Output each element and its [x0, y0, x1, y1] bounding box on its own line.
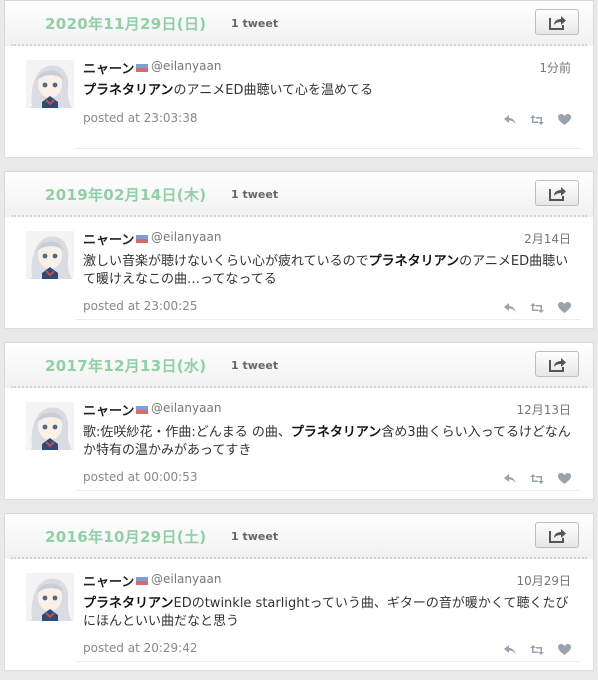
day-date: 2020年11月29日(日): [45, 15, 207, 33]
posted-time: posted at 23:03:38: [83, 111, 198, 125]
heart-icon[interactable]: [558, 298, 571, 317]
user-handle[interactable]: @eilanyaan: [151, 59, 221, 73]
avatar[interactable]: [26, 60, 74, 108]
share-button[interactable]: [535, 522, 579, 548]
tweet-text-segment: 歌:佐咲紗花・作曲:どんまる の曲、: [83, 425, 291, 440]
retweet-icon[interactable]: [529, 469, 544, 488]
tweet-count: 1 tweet: [231, 188, 279, 201]
day-group: 2016年10月29日(土) 1 tweet ニャーン @eilanyaan 1…: [4, 513, 594, 679]
tweet-item: ニャーン @eilanyaan 10月29日 プラネタリアンEDのtwinkle…: [4, 559, 594, 671]
retweet-icon[interactable]: [529, 640, 544, 659]
user-handle[interactable]: @eilanyaan: [151, 572, 221, 586]
flag-icon: [136, 235, 149, 243]
tweet-actions: [495, 109, 571, 125]
day-group: 2019年02月14日(木) 1 tweet ニャーン @eilanyaan 2…: [4, 171, 594, 337]
avatar[interactable]: [26, 402, 74, 450]
tweet-time[interactable]: 2月14日: [524, 230, 571, 247]
tweet-actions: [495, 297, 571, 313]
user-handle[interactable]: @eilanyaan: [151, 401, 221, 415]
tweet-timeline: 2020年11月29日(日) 1 tweet ニャーン @eilanyaan 1…: [0, 0, 598, 679]
day-header: 2020年11月29日(日) 1 tweet: [4, 0, 594, 46]
posted-time: posted at 20:29:42: [83, 641, 198, 655]
user-name[interactable]: ニャーン: [83, 58, 149, 77]
flag-icon: [136, 577, 149, 585]
share-button[interactable]: [535, 9, 579, 35]
share-icon: [549, 16, 566, 30]
tweet-item: ニャーン @eilanyaan 12月13日 歌:佐咲紗花・作曲:どんまる の曲…: [4, 388, 594, 500]
tweet-keyword: プラネタリアン: [368, 254, 460, 269]
day-header: 2016年10月29日(土) 1 tweet: [4, 513, 594, 559]
retweet-icon[interactable]: [529, 298, 544, 317]
user-name-text: ニャーン: [83, 575, 135, 590]
heart-icon[interactable]: [558, 469, 571, 488]
tweet-actions: [495, 639, 571, 655]
avatar[interactable]: [26, 573, 74, 621]
tweet-item: ニャーン @eilanyaan 2月14日 激しい音楽が聴けないくらい心が疲れて…: [4, 217, 594, 329]
tweet-text: プラネタリアンのアニメED曲聴いて心を温めてる: [83, 82, 573, 100]
tweet-keyword: プラネタリアン: [83, 596, 174, 611]
tweet-text: プラネタリアンEDのtwinkle starlightっていう曲、ギターの音が暖…: [83, 595, 573, 631]
reply-icon[interactable]: [503, 110, 516, 129]
user-handle[interactable]: @eilanyaan: [151, 230, 221, 244]
day-date: 2016年10月29日(土): [45, 528, 207, 546]
flag-icon: [136, 64, 149, 72]
reply-icon[interactable]: [503, 640, 516, 659]
day-group: 2020年11月29日(日) 1 tweet ニャーン @eilanyaan 1…: [4, 0, 594, 166]
share-button[interactable]: [535, 351, 579, 377]
share-icon: [549, 358, 566, 372]
retweet-icon[interactable]: [529, 110, 544, 129]
tweet-time[interactable]: 1分前: [539, 59, 571, 76]
user-name-text: ニャーン: [83, 62, 135, 77]
tweet-time[interactable]: 10月29日: [516, 572, 571, 589]
tweet-text-segment: 激しい音楽が聴けないくらい心が疲れているので: [83, 254, 369, 269]
reply-icon[interactable]: [503, 298, 516, 317]
user-name-text: ニャーン: [83, 233, 135, 248]
tweet-keyword: プラネタリアン: [290, 425, 382, 440]
tweet-count: 1 tweet: [231, 359, 279, 372]
user-name[interactable]: ニャーン: [83, 400, 149, 419]
tweet-count: 1 tweet: [231, 530, 279, 543]
day-date: 2019年02月14日(木): [45, 186, 207, 204]
heart-icon[interactable]: [558, 110, 571, 129]
posted-time: posted at 00:00:53: [83, 470, 198, 484]
share-icon: [549, 529, 566, 543]
user-name[interactable]: ニャーン: [83, 229, 149, 248]
tweet-text: 歌:佐咲紗花・作曲:どんまる の曲、プラネタリアン含め3曲くらい入ってるけどなん…: [83, 424, 573, 460]
tweet-text: 激しい音楽が聴けないくらい心が疲れているのでプラネタリアンのアニメED曲聴いて暖…: [83, 253, 573, 289]
tweet-item: ニャーン @eilanyaan 1分前 プラネタリアンのアニメED曲聴いて心を温…: [4, 46, 594, 158]
reply-icon[interactable]: [503, 469, 516, 488]
day-group: 2017年12月13日(水) 1 tweet ニャーン @eilanyaan 1…: [4, 342, 594, 508]
day-header: 2017年12月13日(水) 1 tweet: [4, 342, 594, 388]
user-name-text: ニャーン: [83, 404, 135, 419]
tweet-time[interactable]: 12月13日: [516, 401, 571, 418]
avatar[interactable]: [26, 231, 74, 279]
share-icon: [549, 187, 566, 201]
user-name[interactable]: ニャーン: [83, 571, 149, 590]
share-button[interactable]: [535, 180, 579, 206]
tweet-text-segment: のアニメED曲聴いて心を温めてる: [173, 83, 374, 98]
tweet-actions: [495, 468, 571, 484]
day-date: 2017年12月13日(水): [45, 357, 207, 375]
flag-icon: [136, 406, 149, 414]
heart-icon[interactable]: [558, 640, 571, 659]
day-header: 2019年02月14日(木) 1 tweet: [4, 171, 594, 217]
tweet-count: 1 tweet: [231, 17, 279, 30]
tweet-keyword: プラネタリアン: [83, 83, 174, 98]
posted-time: posted at 23:00:25: [83, 299, 198, 313]
